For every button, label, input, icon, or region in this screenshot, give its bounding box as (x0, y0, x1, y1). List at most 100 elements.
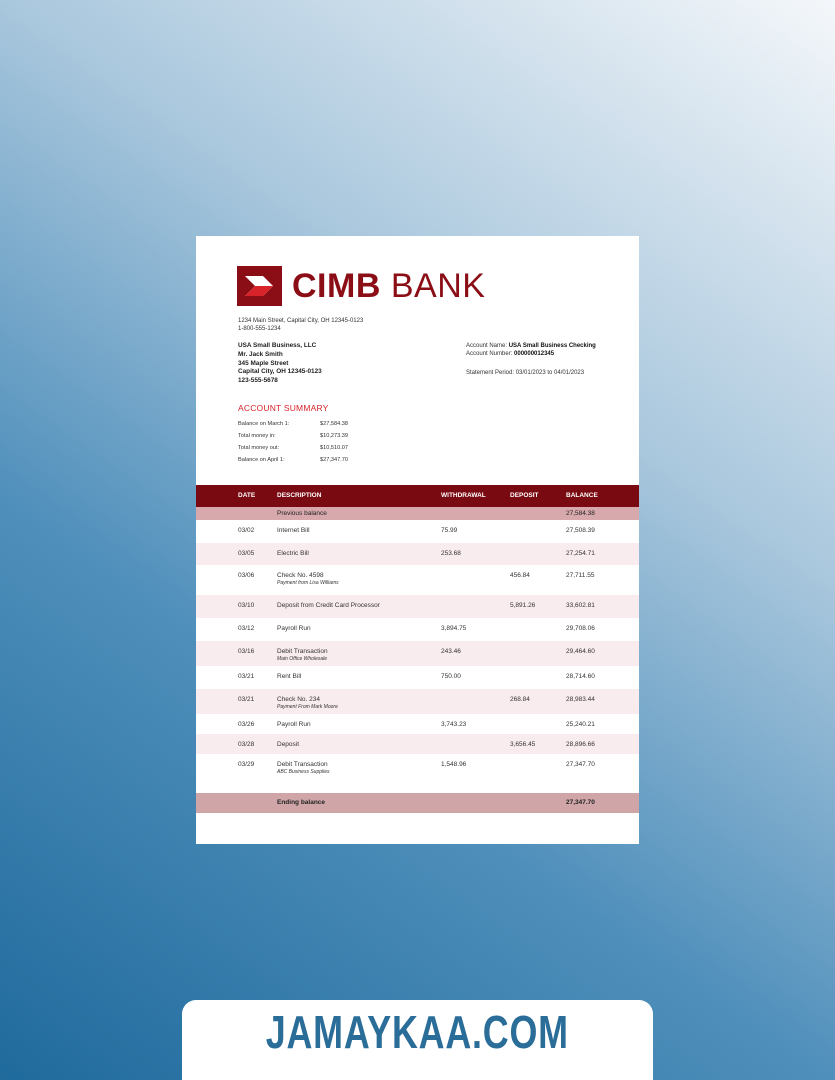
row-date: 03/05 (238, 550, 255, 557)
summary-value: $10,510.07 (320, 445, 348, 451)
row-description: Electric Bill (277, 550, 309, 557)
row-balance: 27,508.39 (566, 527, 595, 534)
row-description: Payroll Run (277, 625, 311, 632)
table-row: 03/10 Deposit from Credit Card Processor 5… (196, 595, 639, 618)
row-deposit: 456.84 (510, 572, 530, 579)
row-withdrawal: 1,548.96 (441, 761, 467, 768)
row-description: Payroll Run (277, 721, 311, 728)
summary-value: $27,347.70 (320, 457, 348, 463)
ending-balance-row: Ending balance 27,347.70 (196, 793, 639, 813)
summary-label: Balance on March 1: (238, 421, 290, 427)
row-date: 03/21 (238, 673, 255, 680)
account-summary: Balance on March 1: $27,584.38 Total money… (238, 418, 348, 466)
bank-address: 1234 Main Street, Capital City, OH 12345… (238, 317, 363, 333)
table-row: 03/12 Payroll Run 3,894.75 29,708.06 (196, 618, 639, 641)
summary-row: Total money in: $10,273.39 (238, 430, 348, 442)
bank-name: CIMB BANK (292, 267, 486, 305)
account-name-value: USA Small Business Checking (508, 343, 596, 349)
summary-label: Total money out: (238, 445, 280, 451)
customer-street: 345 Maple Street (238, 359, 289, 367)
bank-statement-document: CIMB BANK 1234 Main Street, Capital City… (196, 236, 639, 844)
account-name-label: Account Name: (466, 343, 508, 349)
row-description: Debit Transaction (277, 761, 328, 768)
row-balance: 29,464.60 (566, 648, 595, 655)
row-description: Check No. 234 (277, 696, 320, 703)
row-subdescription: ABC Business Supplies (277, 769, 330, 775)
row-description: Rent Bill (277, 673, 302, 680)
table-row: 03/21 Rent Bill 750.00 28,714.60 (196, 666, 639, 689)
header-date: DATE (238, 492, 256, 499)
row-description: Debit Transaction (277, 648, 328, 655)
table-row: 03/05 Electric Bill 253.68 27,254.71 (196, 543, 639, 565)
table-row: 03/06 Check No. 4598 456.84 27,711.55 Paymen… (196, 565, 639, 595)
banner-text: JAMAYKAA.COM (265, 1006, 570, 1058)
row-date: 03/16 (238, 648, 255, 655)
table-header: DATE DESCRIPTION WITHDRAWAL DEPOSIT BALA… (196, 485, 639, 507)
previous-balance-row: Previous balance 27,584.38 (196, 507, 639, 520)
row-withdrawal: 243.46 (441, 648, 461, 655)
header-withdrawal: WITHDRAWAL (441, 492, 486, 499)
previous-balance-value: 27,584.38 (566, 510, 595, 517)
row-deposit: 268.84 (510, 696, 530, 703)
customer-block: USA Small Business, LLC Mr. Jack Smith 3… (238, 342, 322, 386)
row-date: 03/21 (238, 696, 255, 703)
table-row: 03/16 Debit Transaction 243.46 29,464.60 Mai… (196, 641, 639, 666)
header-balance: BALANCE (566, 492, 598, 499)
row-withdrawal: 75.99 (441, 527, 458, 534)
summary-row: Balance on April 1: $27,347.70 (238, 454, 348, 466)
summary-label: Total money in: (238, 433, 276, 439)
row-subdescription: Payment From Mark Moore (277, 704, 338, 710)
row-date: 03/29 (238, 761, 255, 768)
row-date: 03/10 (238, 602, 255, 609)
table-row: 03/28 Deposit 3,656.45 28,896.66 (196, 734, 639, 754)
row-date: 03/06 (238, 572, 255, 579)
row-deposit: 5,891.26 (510, 602, 536, 609)
account-number-value: 000000012345 (514, 351, 555, 357)
watermark-banner: JAMAYKAA.COM (182, 1000, 653, 1080)
row-balance: 27,347.70 (566, 761, 595, 768)
row-date: 03/12 (238, 625, 255, 632)
row-date: 03/26 (238, 721, 255, 728)
ending-balance-label: Ending balance (277, 799, 326, 806)
row-balance: 28,896.66 (566, 741, 595, 748)
row-balance: 27,711.55 (566, 572, 595, 579)
row-date: 03/28 (238, 741, 255, 748)
bank-phone: 1-800-555-1234 (238, 326, 281, 332)
bank-logo: CIMB BANK (237, 266, 485, 306)
row-subdescription: Payment from Lisa Williams (277, 580, 339, 586)
header-deposit: DEPOSIT (510, 492, 539, 499)
cimb-logo-icon (237, 266, 282, 306)
row-balance: 27,254.71 (566, 550, 595, 557)
row-balance: 25,240.21 (566, 721, 595, 728)
account-number-label: Account Number: (466, 351, 513, 357)
customer-name: USA Small Business, LLC (238, 342, 317, 349)
table-row: 03/02 Internet Bill 75.99 27,508.39 (196, 520, 639, 543)
summary-row: Total money out: $10,510.07 (238, 442, 348, 454)
row-withdrawal: 253.68 (441, 550, 461, 557)
row-description: Check No. 4598 (277, 572, 324, 579)
row-withdrawal: 3,894.75 (441, 625, 467, 632)
table-row: 03/26 Payroll Run 3,743.23 25,240.21 (196, 714, 639, 734)
summary-value: $10,273.39 (320, 433, 348, 439)
row-balance: 29,708.06 (566, 625, 595, 632)
row-description: Internet Bill (277, 527, 310, 534)
summary-value: $27,584.38 (320, 421, 348, 427)
row-balance: 33,602.81 (566, 602, 595, 609)
row-date: 03/02 (238, 527, 255, 534)
row-description: Deposit (277, 741, 300, 748)
row-subdescription: Main Office Wholesale (277, 656, 328, 662)
row-withdrawal: 750.00 (441, 673, 461, 680)
row-deposit: 3,656.45 (510, 741, 536, 748)
account-summary-title: ACCOUNT SUMMARY (238, 403, 329, 413)
row-balance: 28,983.44 (566, 696, 595, 703)
header-description: DESCRIPTION (277, 492, 322, 499)
table-row: 03/21 Check No. 234 268.84 28,983.44 Payment… (196, 689, 639, 714)
customer-contact: Mr. Jack Smith (238, 350, 283, 358)
table-row: 03/29 Debit Transaction 1,548.96 27,347.70 A… (196, 754, 639, 784)
bank-address-line: 1234 Main Street, Capital City, OH 12345… (238, 318, 364, 324)
row-description: Deposit from Credit Card Processor (277, 602, 380, 609)
summary-label: Balance on April 1: (238, 457, 285, 463)
previous-balance-label: Previous balance (277, 510, 327, 517)
row-balance: 28,714.60 (566, 673, 595, 680)
customer-phone: 123-555-5678 (238, 377, 278, 385)
